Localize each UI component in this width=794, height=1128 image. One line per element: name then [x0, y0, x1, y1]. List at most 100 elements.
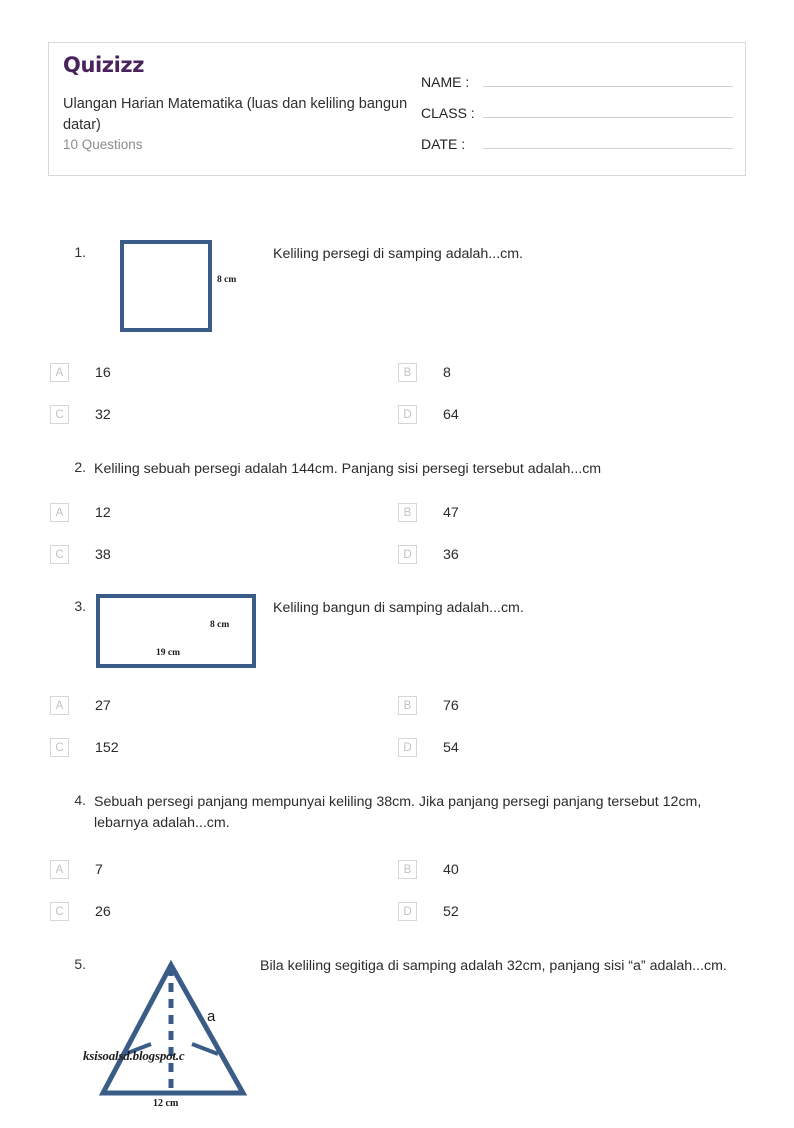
- option-a[interactable]: A 27: [50, 696, 111, 715]
- question-count: 10 Questions: [63, 137, 143, 153]
- option-b[interactable]: B 76: [398, 696, 459, 715]
- option-b-letter: B: [398, 696, 417, 715]
- question-3-text: Keliling bangun di samping adalah...cm.: [273, 600, 524, 616]
- question-3-figure: 8 cm 19 cm: [96, 594, 261, 672]
- option-a-text: 7: [95, 861, 103, 878]
- question-3-number: 3.: [74, 598, 86, 614]
- square-shape: [120, 240, 212, 332]
- option-b-letter: B: [398, 503, 417, 522]
- name-field-row: NAME :: [421, 67, 733, 98]
- option-row: C 26 D 52: [48, 902, 746, 944]
- student-info-fields: NAME : CLASS : DATE :: [421, 67, 733, 160]
- option-c[interactable]: C 32: [50, 405, 111, 424]
- option-c[interactable]: C 38: [50, 545, 111, 564]
- option-a-text: 12: [95, 504, 111, 521]
- option-d-letter: D: [398, 545, 417, 564]
- option-a-letter: A: [50, 696, 69, 715]
- quizizz-logo: Quizizz: [63, 53, 145, 77]
- option-d-text: 52: [443, 903, 459, 920]
- option-row: C 152 D 54: [48, 738, 746, 780]
- option-c-text: 32: [95, 406, 111, 423]
- class-field-row: CLASS :: [421, 98, 733, 129]
- option-d[interactable]: D 64: [398, 405, 459, 424]
- option-c-text: 38: [95, 546, 111, 563]
- date-field-row: DATE :: [421, 129, 733, 160]
- option-b-text: 40: [443, 861, 459, 878]
- question-2: 2. Keliling sebuah persegi adalah 144cm.…: [48, 459, 746, 489]
- option-b-text: 47: [443, 504, 459, 521]
- option-c-text: 26: [95, 903, 111, 920]
- option-c[interactable]: C 26: [50, 902, 111, 921]
- option-b[interactable]: B 47: [398, 503, 459, 522]
- worksheet-header: Quizizz Ulangan Harian Matematika (luas …: [48, 42, 746, 176]
- option-d[interactable]: D 52: [398, 902, 459, 921]
- date-field-label: DATE :: [421, 136, 466, 152]
- header-left-column: Quizizz Ulangan Harian Matematika (luas …: [63, 53, 418, 153]
- date-input[interactable]: [483, 129, 733, 149]
- option-a[interactable]: A 12: [50, 503, 111, 522]
- question-5-figure: a ksisoalsd.blogspot.c 12 cm: [83, 955, 270, 1123]
- option-a[interactable]: A 16: [50, 363, 111, 382]
- option-d-letter: D: [398, 405, 417, 424]
- question-2-number: 2.: [74, 459, 86, 475]
- option-d[interactable]: D 54: [398, 738, 459, 757]
- option-a-text: 16: [95, 364, 111, 381]
- option-b-letter: B: [398, 860, 417, 879]
- option-d-letter: D: [398, 738, 417, 757]
- page-title: Ulangan Harian Matematika (luas dan keli…: [63, 96, 408, 134]
- question-3-options: A 27 B 76 C 152 D 54: [48, 696, 746, 780]
- question-3: 3. 8 cm 19 cm Keliling bangun di samping…: [48, 594, 746, 678]
- option-row: C 38 D 36: [48, 545, 746, 587]
- question-1-options: A 16 B 8 C 32 D 64: [48, 363, 746, 447]
- option-a-letter: A: [50, 363, 69, 382]
- option-a-letter: A: [50, 860, 69, 879]
- class-input[interactable]: [483, 98, 733, 118]
- question-1-text: Keliling persegi di samping adalah...cm.: [273, 246, 523, 262]
- triangle-base-label: 12 cm: [153, 1098, 179, 1109]
- option-d-text: 54: [443, 739, 459, 756]
- question-5-number: 5.: [74, 956, 86, 972]
- question-1-number: 1.: [74, 244, 86, 260]
- question-4-text: Sebuah persegi panjang mempunyai kelilin…: [94, 794, 702, 832]
- question-1: 1. 8 cm Keliling persegi di samping adal…: [48, 240, 746, 344]
- option-c-letter: C: [50, 738, 69, 757]
- name-input[interactable]: [483, 67, 733, 87]
- rectangle-height-label: 8 cm: [210, 620, 230, 630]
- option-b-text: 76: [443, 697, 459, 714]
- question-1-figure: 8 cm: [120, 240, 295, 338]
- option-a-text: 27: [95, 697, 111, 714]
- question-4-options: A 7 B 40 C 26 D 52: [48, 860, 746, 944]
- option-row: A 7 B 40: [48, 860, 746, 902]
- rectangle-width-label: 19 cm: [156, 648, 181, 658]
- option-b-text: 8: [443, 364, 451, 381]
- option-row: A 27 B 76: [48, 696, 746, 738]
- option-c-letter: C: [50, 545, 69, 564]
- question-4: 4. Sebuah persegi panjang mempunyai keli…: [48, 792, 746, 844]
- option-b[interactable]: B 8: [398, 363, 451, 382]
- option-d[interactable]: D 36: [398, 545, 459, 564]
- watermark-text: ksisoalsd.blogspot.c: [83, 1048, 185, 1063]
- option-d-text: 36: [443, 546, 459, 563]
- question-2-text: Keliling sebuah persegi adalah 144cm. Pa…: [94, 461, 602, 477]
- option-c-letter: C: [50, 405, 69, 424]
- name-field-label: NAME :: [421, 74, 470, 90]
- option-c-text: 152: [95, 739, 119, 756]
- question-5-text: Bila keliling segitiga di samping adalah…: [260, 958, 727, 974]
- option-c[interactable]: C 152: [50, 738, 119, 757]
- worksheet-page: Quizizz Ulangan Harian Matematika (luas …: [0, 0, 794, 1123]
- square-side-label: 8 cm: [217, 275, 237, 285]
- option-b-letter: B: [398, 363, 417, 382]
- option-row: C 32 D 64: [48, 405, 746, 447]
- option-d-text: 64: [443, 406, 459, 423]
- option-a[interactable]: A 7: [50, 860, 103, 879]
- option-row: A 16 B 8: [48, 363, 746, 405]
- option-row: A 12 B 47: [48, 503, 746, 545]
- question-4-number: 4.: [74, 792, 86, 808]
- triangle-side-a-label: a: [207, 1008, 216, 1025]
- option-c-letter: C: [50, 902, 69, 921]
- class-field-label: CLASS :: [421, 105, 475, 121]
- option-a-letter: A: [50, 503, 69, 522]
- option-d-letter: D: [398, 902, 417, 921]
- question-2-options: A 12 B 47 C 38 D 36: [48, 503, 746, 587]
- option-b[interactable]: B 40: [398, 860, 459, 879]
